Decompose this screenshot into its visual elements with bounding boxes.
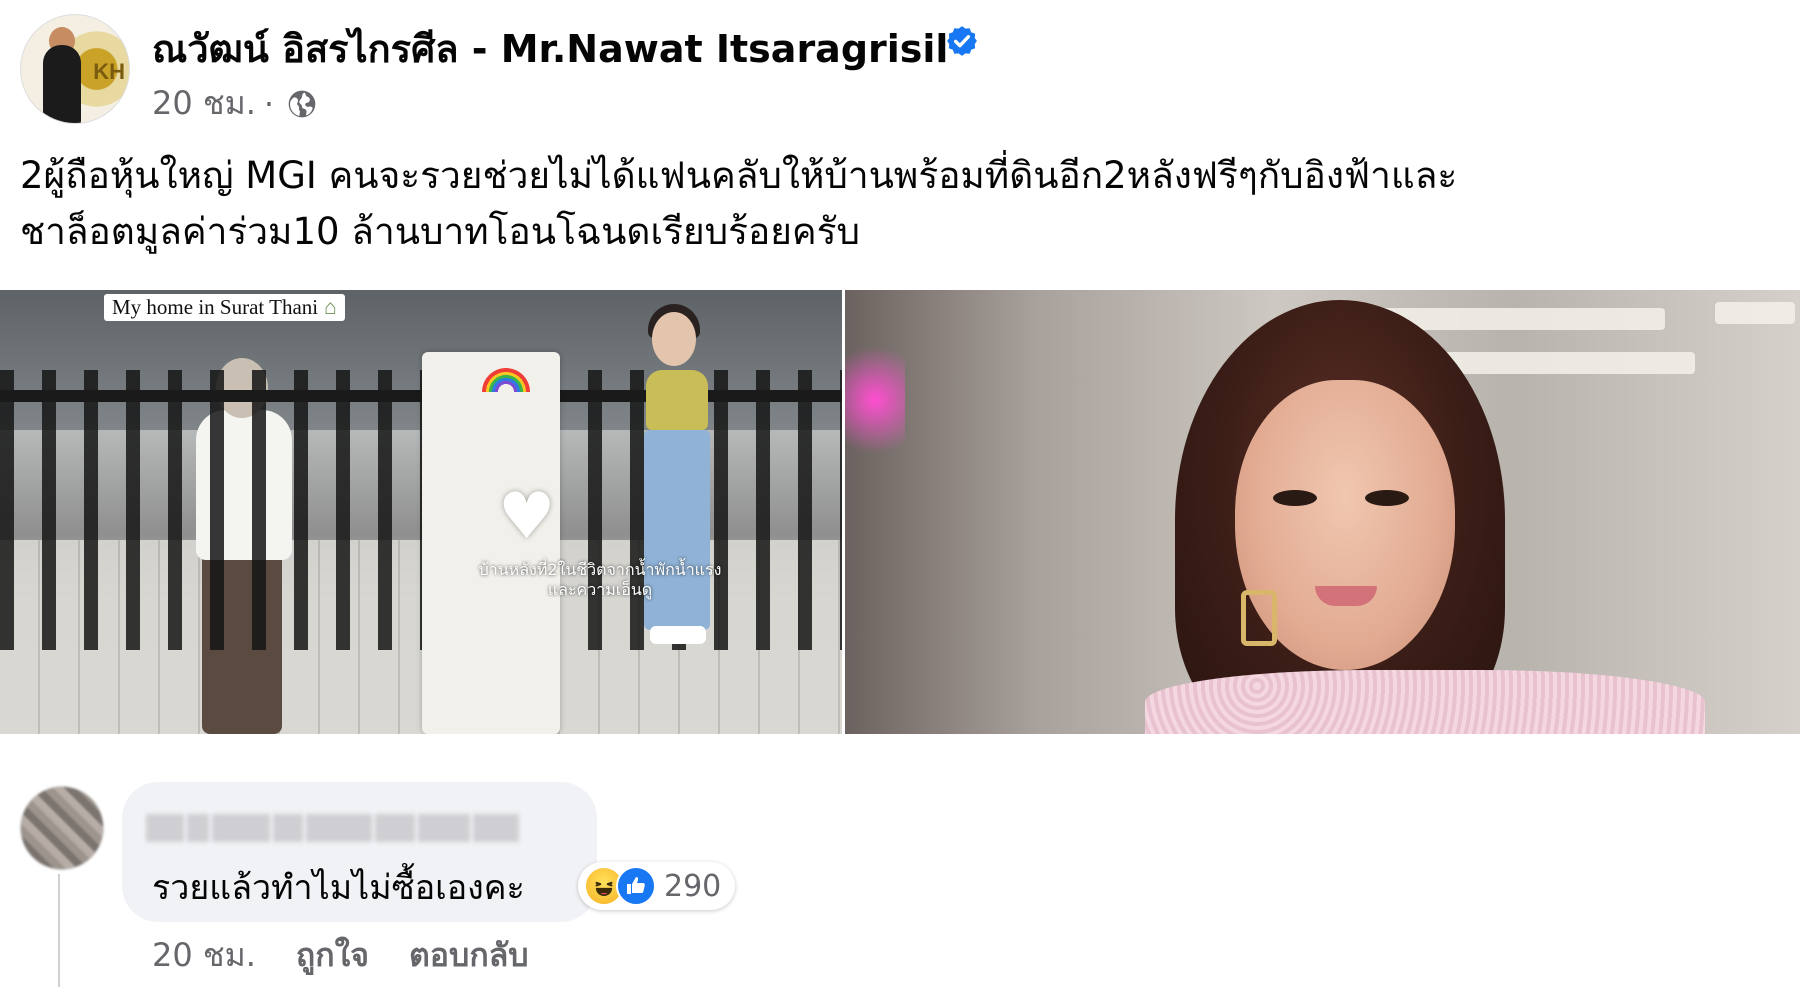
commenter-avatar-blurred[interactable] <box>20 786 104 870</box>
house-icon: ⌂ <box>324 295 337 319</box>
globe-icon[interactable] <box>286 88 318 120</box>
photo-woman-dress <box>1145 670 1705 734</box>
reaction-count: 290 <box>664 868 722 904</box>
post-timestamp[interactable]: 20 ชม. <box>152 78 256 129</box>
photo-ceiling-light <box>1715 302 1795 324</box>
commenter-name-blurred[interactable] <box>146 810 556 846</box>
photo-person-right-head <box>652 312 696 366</box>
heart-icon: ♥ <box>498 480 556 554</box>
meta-separator: · <box>263 84 275 123</box>
comment-thread-line <box>58 874 60 987</box>
comment-bubble[interactable]: รวยแล้วทำไมไม่ซื้อเองคะ <box>122 782 597 922</box>
comment-text: รวยแล้วทำไมไม่ซื้อเองคะ <box>152 868 525 908</box>
photo-overlay-line-1: บ้านหลังที่2ในชีวิตจากน้ำพักน้ำแรง <box>478 560 722 579</box>
post-text-line-1: 2ผู้ถือหุ้นใหญ่ MGI คนจะรวยช่วยไม่ได้แฟน… <box>20 154 1458 197</box>
photo-woman-earring <box>1241 590 1277 646</box>
post-photo-houses[interactable]: ♥ My home in Surat Thani ⌂ บ้านหลังที่2ใน… <box>0 290 842 734</box>
verified-badge-icon <box>947 26 977 56</box>
author-name[interactable]: ณวัฒน์ อิสรไกรศีล - Mr.Nawat Itsaragrisi… <box>152 18 948 79</box>
comment-reply-button[interactable]: ตอบกลับ <box>409 930 529 981</box>
post-photo-grid: ♥ My home in Surat Thani ⌂ บ้านหลังที่2ใน… <box>0 290 1800 734</box>
post-meta: 20 ชม. · <box>152 78 318 129</box>
like-icon <box>616 866 656 906</box>
photo-ceiling-light <box>1445 352 1695 374</box>
photo-gate <box>0 370 842 650</box>
photo-person-right-top <box>646 370 708 430</box>
post-photo-portrait[interactable] <box>845 290 1800 734</box>
photo-person-right-shoes <box>650 626 706 644</box>
avatar-logo-fragment: KH <box>93 59 125 84</box>
photo-overlay-line-2: และความเอ็นดู <box>547 580 653 599</box>
comment-actions: 20 ชม. ถูกใจ ตอบกลับ <box>152 930 529 981</box>
photo-gate-rail <box>0 390 842 402</box>
comment-like-button[interactable]: ถูกใจ <box>296 930 369 981</box>
comment-timestamp[interactable]: 20 ชม. <box>152 930 256 981</box>
author-avatar[interactable]: KH <box>20 14 130 124</box>
photo-person-right-legs <box>644 430 710 630</box>
photo-neon-glow <box>845 330 905 470</box>
comment-reactions[interactable]: 290 <box>578 862 736 910</box>
photo-caption: My home in Surat Thani ⌂ <box>104 294 345 321</box>
post-body: 2ผู้ถือหุ้นใหญ่ MGI คนจะรวยช่วยไม่ได้แฟน… <box>20 148 1780 260</box>
photo-caption-text: My home in Surat Thani <box>112 295 319 319</box>
photo-overlay-text: บ้านหลังที่2ในชีวิตจากน้ำพักน้ำแรง และคว… <box>440 560 760 600</box>
photo-woman-eye <box>1365 490 1409 506</box>
post-text-line-2: ชาล็อตมูลค่าร่วม10 ล้านบาทโอนโฉนดเรียบร้… <box>20 210 861 253</box>
photo-woman-eye <box>1273 490 1317 506</box>
avatar-person-body <box>43 45 81 123</box>
